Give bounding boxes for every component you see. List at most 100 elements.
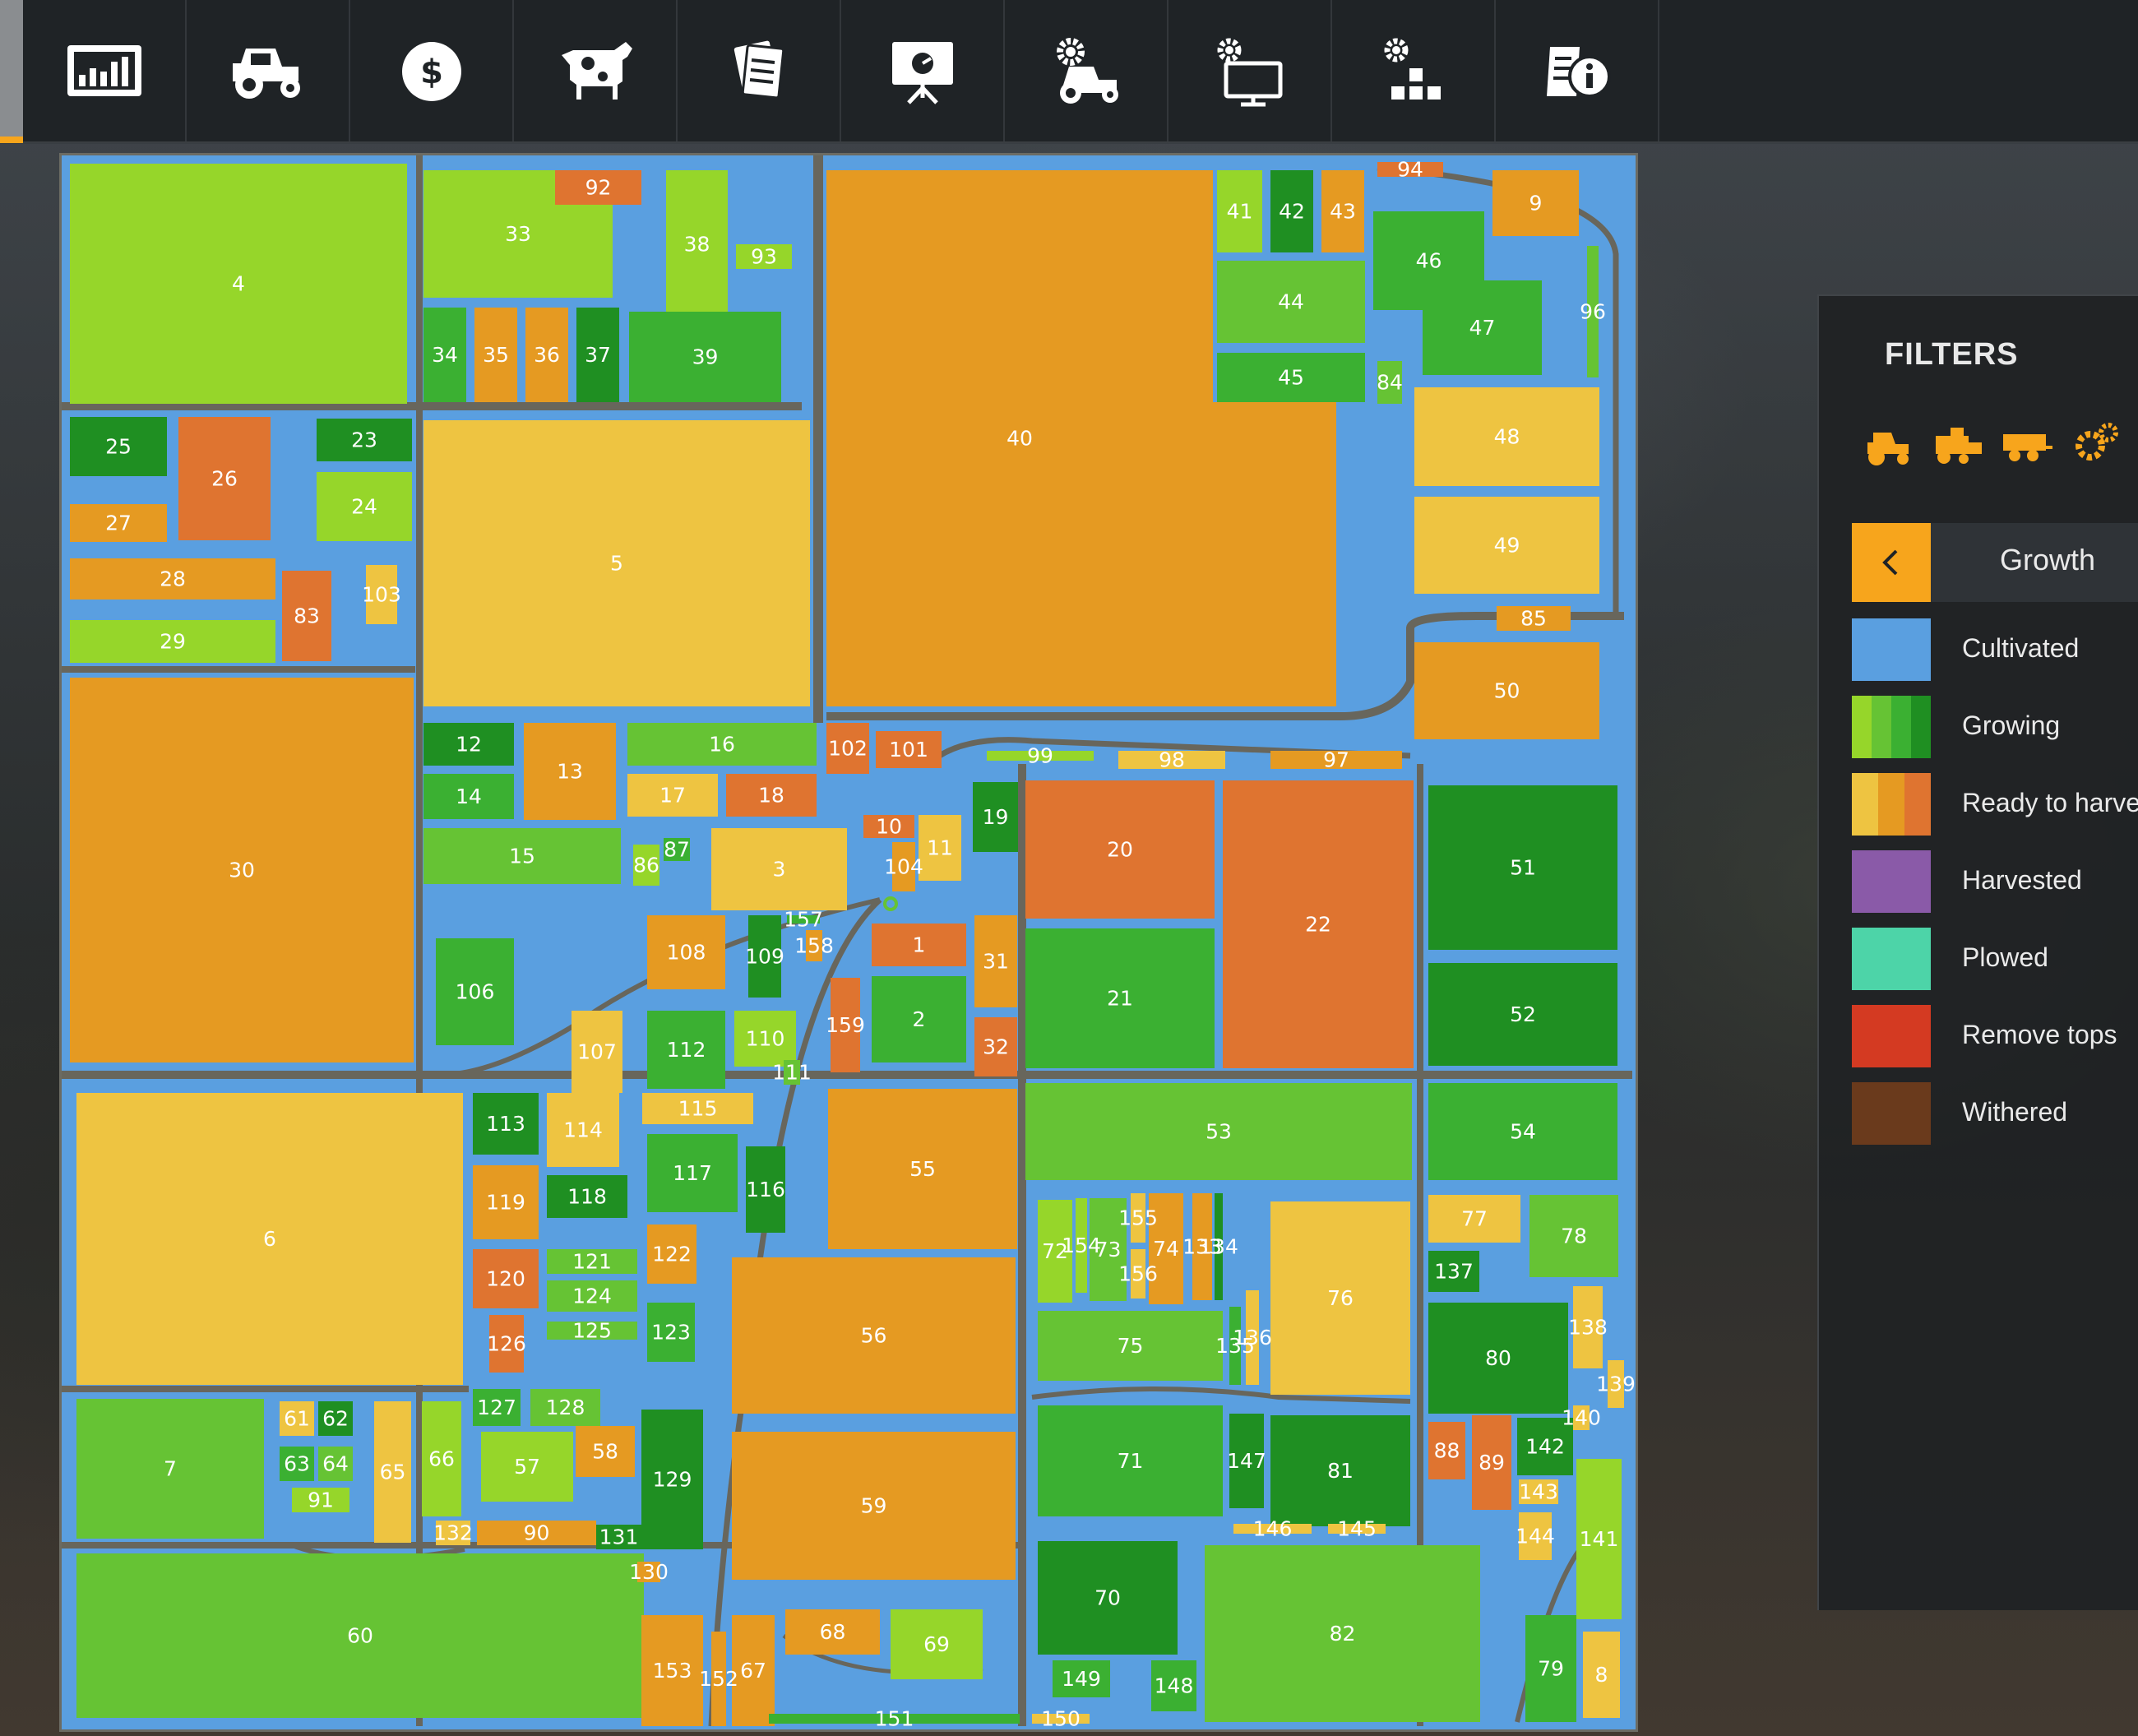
legend-item-ready-to-harve[interactable]: Ready to harve — [1852, 773, 2138, 836]
general-settings-tab[interactable] — [1332, 0, 1496, 141]
field-label: 151 — [875, 1707, 914, 1730]
field-label: 136 — [1233, 1326, 1272, 1349]
documents-icon — [733, 40, 784, 100]
legend-label: Withered — [1962, 1097, 2068, 1127]
field-label: 82 — [1330, 1622, 1356, 1646]
field-label: 46 — [1416, 249, 1442, 273]
field-label: 69 — [923, 1632, 950, 1656]
field-label: 77 — [1461, 1207, 1488, 1231]
legend-item-harvested[interactable]: Harvested — [1852, 850, 2138, 913]
growth-title: Growth — [2000, 543, 2096, 576]
field-label: 137 — [1434, 1260, 1474, 1284]
field-label: 19 — [983, 805, 1009, 829]
field-label: 32 — [983, 1035, 1009, 1059]
field-label: 126 — [487, 1332, 526, 1356]
field-label: 106 — [456, 980, 495, 1004]
field-label: 115 — [678, 1097, 718, 1121]
field-label: 70 — [1094, 1586, 1121, 1610]
animals-tab[interactable] — [514, 0, 678, 141]
field-label: 49 — [1494, 534, 1520, 558]
field-label: 14 — [456, 785, 482, 808]
field-label: 131 — [599, 1525, 639, 1549]
legend-item-withered[interactable]: Withered — [1852, 1082, 2138, 1145]
field-label: 35 — [483, 343, 509, 367]
field-label: 26 — [211, 467, 238, 491]
vehicles-tab[interactable] — [187, 0, 350, 141]
field-label: 121 — [572, 1250, 612, 1274]
legend-item-plowed[interactable]: Plowed — [1852, 928, 2138, 990]
field-label: 61 — [284, 1407, 310, 1431]
field-label: 125 — [572, 1319, 612, 1343]
field-label: 52 — [1510, 1002, 1536, 1026]
field-label: 134 — [1199, 1235, 1238, 1259]
field-label: 150 — [1041, 1707, 1081, 1730]
field-label: 21 — [1107, 987, 1133, 1011]
field-label: 27 — [105, 512, 132, 535]
toolbar-edge-accent — [0, 137, 23, 143]
field-label: 124 — [572, 1285, 612, 1308]
field-label: 78 — [1561, 1224, 1587, 1248]
field-label: 127 — [477, 1396, 516, 1419]
field-label: 104 — [884, 855, 923, 879]
field-label: 23 — [351, 428, 377, 452]
field-label: 88 — [1434, 1439, 1460, 1463]
field-label: 87 — [664, 838, 690, 862]
field-label: 38 — [684, 233, 710, 257]
legend-label: Remove tops — [1962, 1020, 2117, 1049]
field-label: 129 — [653, 1468, 692, 1492]
field-label: 139 — [1596, 1373, 1636, 1396]
filter-category-icons — [1862, 419, 2123, 477]
field-label: 152 — [699, 1667, 738, 1691]
help-tab[interactable] — [1496, 0, 1659, 141]
field-40b[interactable] — [1213, 402, 1336, 706]
field-label: 76 — [1327, 1286, 1354, 1310]
field-label: 10 — [876, 815, 902, 839]
growth-back-button[interactable] — [1852, 523, 1931, 602]
field-label: 34 — [432, 343, 458, 367]
field-label: 50 — [1494, 679, 1520, 703]
field-label: 74 — [1153, 1237, 1179, 1261]
field-label: 98 — [1159, 748, 1185, 772]
tutorial-tab[interactable] — [841, 0, 1005, 141]
legend-item-remove-tops[interactable]: Remove tops — [1852, 1005, 2138, 1067]
legend-item-cultivated[interactable]: Cultivated — [1852, 618, 2138, 681]
tractor-filter-icon[interactable] — [1862, 419, 1916, 469]
legend-item-growing[interactable]: Growing — [1852, 696, 2138, 758]
field-label: 28 — [160, 567, 186, 591]
finances-tab[interactable]: $ — [350, 0, 514, 141]
field-label: 20 — [1107, 838, 1133, 862]
field-label: 93 — [751, 245, 777, 269]
trailer-filter-icon[interactable] — [2000, 419, 2054, 469]
field-label: 9 — [1529, 192, 1543, 215]
chevron-left-icon — [1882, 549, 1898, 576]
field-label: 83 — [294, 604, 320, 628]
field-label: 118 — [567, 1185, 607, 1209]
field-label: 11 — [927, 836, 953, 860]
gear-monitor-icon — [1217, 38, 1282, 107]
field-label: 140 — [1562, 1406, 1601, 1430]
vehicle-settings-tab[interactable] — [1005, 0, 1168, 141]
field-map[interactable]: 4 33 92 38 93 34 35 36 37 39 25 26 23 24 27 28 83 103 29 5 4… — [59, 153, 1638, 1732]
field-label: 62 — [322, 1407, 349, 1431]
tools-filter-icon[interactable] — [2069, 419, 2123, 469]
legend-swatch — [1852, 618, 1931, 681]
field-label: 128 — [546, 1396, 585, 1419]
field-label: 145 — [1337, 1517, 1377, 1541]
field-label: 119 — [486, 1191, 525, 1215]
field-label: 90 — [524, 1521, 550, 1545]
field-label: 1 — [913, 933, 926, 957]
field-label: 56 — [861, 1324, 887, 1348]
field-label: 7 — [164, 1457, 177, 1481]
field-label: 73 — [1095, 1238, 1122, 1261]
gear-blocks-icon — [1384, 38, 1441, 100]
field-label: 112 — [667, 1038, 706, 1062]
harvester-filter-icon[interactable] — [1931, 419, 1985, 469]
field-label: 17 — [659, 784, 686, 808]
field-label: 97 — [1323, 748, 1349, 772]
toolbar-divider — [23, 141, 2138, 143]
field-label: 146 — [1253, 1517, 1293, 1541]
display-settings-tab[interactable] — [1168, 0, 1332, 141]
contracts-tab[interactable] — [678, 0, 841, 141]
statistics-tab[interactable] — [23, 0, 187, 141]
field-label: 57 — [514, 1455, 540, 1479]
